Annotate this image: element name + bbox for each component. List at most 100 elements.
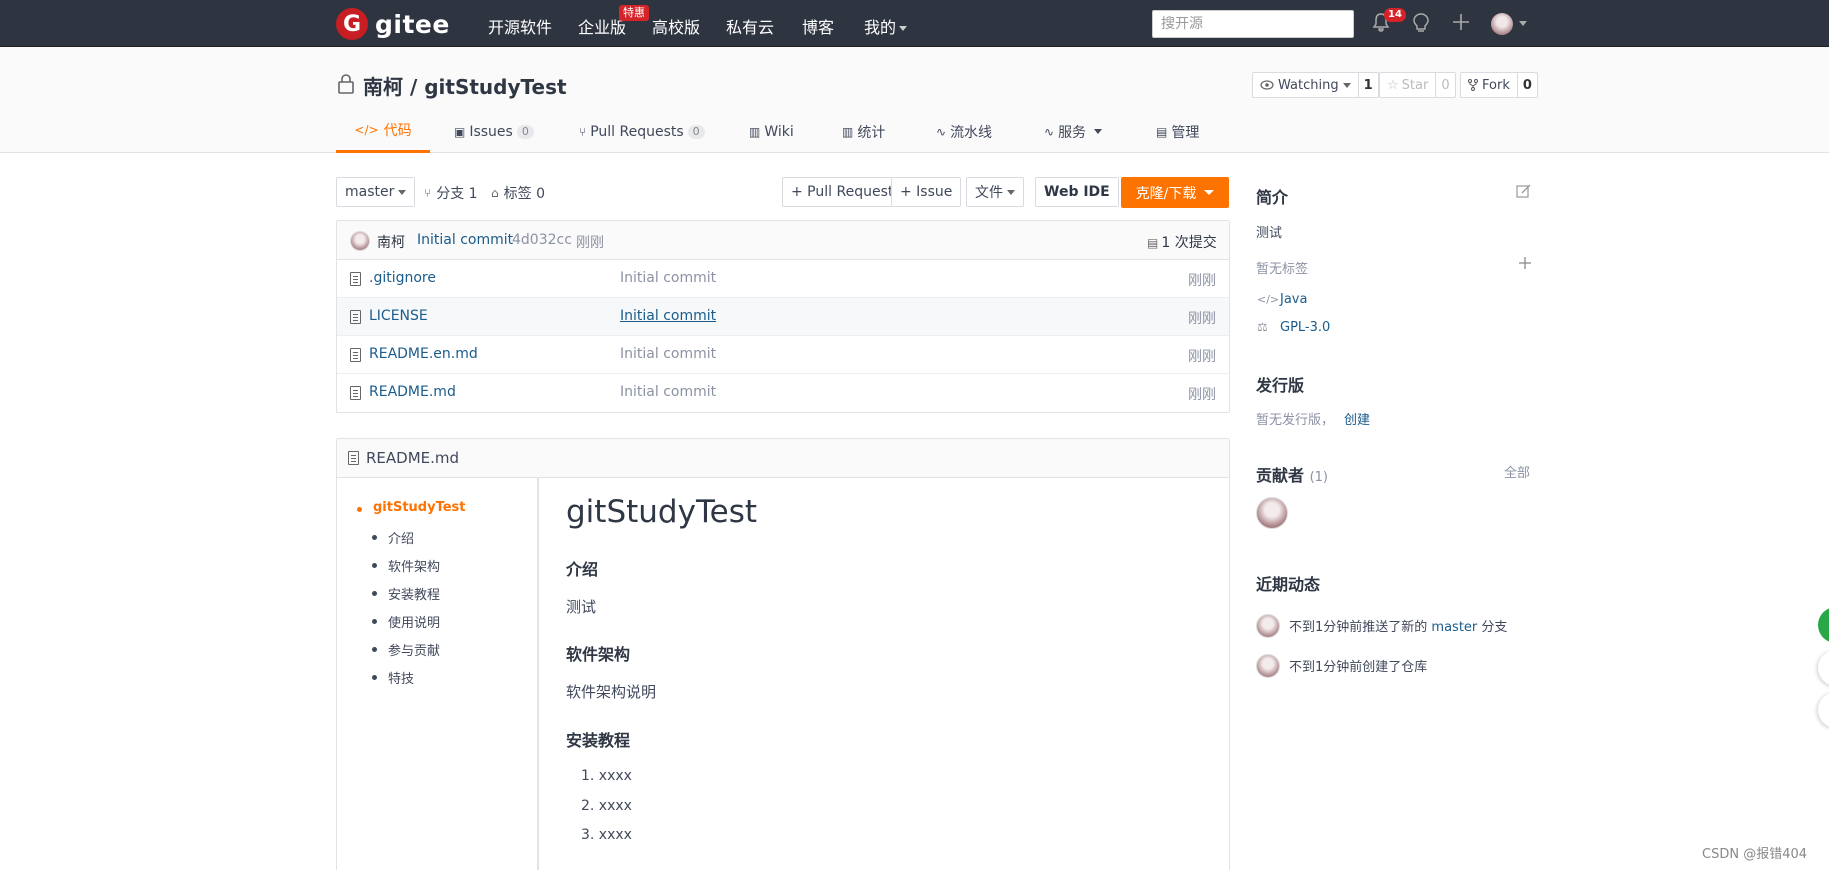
floating-help-button[interactable] [1818,607,1829,643]
create-release-link[interactable]: 创建 [1344,409,1370,428]
file-name[interactable]: .gitignore [369,270,436,286]
new-issue-button[interactable]: + Issue [891,177,962,207]
readme-heading: 软件架构 [566,645,631,664]
file-icon [350,310,361,324]
tab-manage[interactable]: ▤ 管理 [1156,110,1199,153]
branches-link[interactable]: ⑂ 分支 1 [424,183,478,203]
file-commit-message[interactable]: Initial commit [620,308,716,324]
clone-download-button[interactable]: 克隆/下载 [1121,177,1229,208]
file-commit-message[interactable]: Initial commit [620,270,716,286]
watch-label: Watching [1253,73,1359,97]
star-text: Star [1401,77,1429,93]
watch-button[interactable]: Watching 1 [1252,72,1379,98]
language-link[interactable]: Java [1280,292,1307,307]
tab-issues[interactable]: ▣ Issues 0 [454,110,534,153]
issues-count: 0 [516,124,534,139]
floating-side-button[interactable] [1818,692,1829,728]
tags-link[interactable]: ⌂ 标签 0 [491,183,545,203]
tab-code[interactable]: </> 代码 [336,110,430,153]
nav-education[interactable]: 高校版 [652,14,700,38]
table-row[interactable]: .gitignore Initial commit 刚刚 [337,260,1229,298]
fork-button[interactable]: Fork 0 [1460,72,1538,98]
file-icon [350,272,361,286]
user-avatar[interactable] [1491,13,1513,35]
star-count[interactable]: 0 [1436,73,1454,97]
commit-author-avatar[interactable] [350,231,370,251]
license-link[interactable]: GPL-3.0 [1280,320,1330,335]
star-button[interactable]: ☆ Star 0 [1379,72,1456,98]
file-time: 刚刚 [1188,349,1216,365]
tab-pull-requests[interactable]: ⑂ Pull Requests 0 [579,110,705,153]
tab-pipeline[interactable]: ∿ 流水线 [936,110,992,153]
chevron-down-icon [1007,189,1015,195]
star-icon: ☆ [1387,77,1399,93]
tab-pipeline-label: 流水线 [950,124,993,141]
tab-service-label: 服务 [1058,124,1087,141]
watch-count[interactable]: 1 [1359,73,1378,97]
wiki-icon: ▥ [749,124,761,139]
table-row[interactable]: README.en.md Initial commit 刚刚 [337,336,1229,374]
tab-code-label: 代码 [383,123,412,139]
web-ide-button[interactable]: Web IDE [1035,177,1119,207]
gitee-logo-icon: G [336,8,368,40]
table-row[interactable]: LICENSE Initial commit 刚刚 [337,298,1229,336]
commit-author[interactable]: 南柯 [377,232,405,252]
file-name[interactable]: README.en.md [369,346,478,362]
contributors-all-link[interactable]: 全部 [1504,462,1530,481]
file-time: 刚刚 [1188,387,1216,403]
no-release-text: 暂无发行版， [1256,413,1335,428]
plus-icon[interactable] [1451,12,1471,36]
tab-service[interactable]: ∿ 服务 [1044,110,1103,153]
tab-stats[interactable]: ▥ 统计 [842,110,885,153]
nav-mine[interactable]: 我的 [864,14,908,38]
search-input[interactable] [1152,10,1354,38]
commits-icon: ▤ [1147,236,1159,250]
nav-open-source[interactable]: 开源软件 [488,14,552,38]
repo-title[interactable]: 南柯 / gitStudyTest [363,71,567,100]
readme-paragraph: 软件架构说明 [566,683,657,701]
fork-count[interactable]: 0 [1518,73,1537,97]
file-name[interactable]: LICENSE [369,308,428,324]
file-commit-message[interactable]: Initial commit [620,384,716,400]
toc-item[interactable]: 特技 [371,668,414,687]
floating-side-button[interactable] [1818,650,1829,686]
file-commit-message[interactable]: Initial commit [620,346,716,362]
activity-avatar[interactable] [1256,654,1280,678]
edit-icon[interactable] [1516,183,1532,203]
contributor-avatar[interactable] [1256,497,1288,529]
commit-message[interactable]: Initial commit [417,232,513,248]
clone-download-label: 克隆/下载 [1135,185,1197,202]
top-navbar: G gitee 开源软件 企业版 特惠 高校版 私有云 博客 我的 14 [0,0,1829,47]
nav-blog[interactable]: 博客 [802,14,834,38]
readme-filename[interactable]: README.md [366,449,459,467]
activity-branch-link[interactable]: master [1431,620,1477,635]
activity-item: 不到1分钟前推送了新的 master 分支 [1289,616,1507,635]
list-item: 2. xxxx [581,798,632,814]
table-row[interactable]: README.md Initial commit 刚刚 [337,374,1229,412]
readme-panel: README.md gitStudyTest 介绍 软件架构 安装教程 使用说明… [336,438,1230,870]
chevron-down-icon[interactable] [1519,21,1527,26]
toc-item[interactable]: gitStudyTest [357,500,466,515]
file-name[interactable]: README.md [369,384,456,400]
activity-avatar[interactable] [1256,614,1280,638]
toc-item[interactable]: 软件架构 [371,556,440,575]
branch-select[interactable]: master [336,177,416,207]
toc-item[interactable]: 使用说明 [371,612,440,631]
toc-item[interactable]: 介绍 [371,528,414,547]
activity-text: 不到1分钟前推送了新的 [1289,620,1428,635]
pipeline-icon: ∿ [936,124,947,139]
chevron-down-icon [1094,129,1103,134]
add-tag-icon[interactable] [1518,256,1532,274]
nav-private-cloud[interactable]: 私有云 [726,14,774,38]
intro-title: 简介 [1256,188,1289,207]
tab-wiki[interactable]: ▥ Wiki [749,110,794,153]
gitee-logo[interactable]: G gitee [336,8,450,40]
pull-request-button[interactable]: + Pull Request [782,177,903,207]
repo-header [0,47,1829,153]
commit-hash[interactable]: 4d032cc [512,232,572,248]
toc-item[interactable]: 安装教程 [371,584,440,603]
commit-count-link[interactable]: ▤ 1 次提交 [1147,232,1217,252]
file-menu-button[interactable]: 文件 [966,177,1024,207]
toc-item[interactable]: 参与贡献 [371,640,440,659]
bulb-icon[interactable] [1412,12,1430,38]
